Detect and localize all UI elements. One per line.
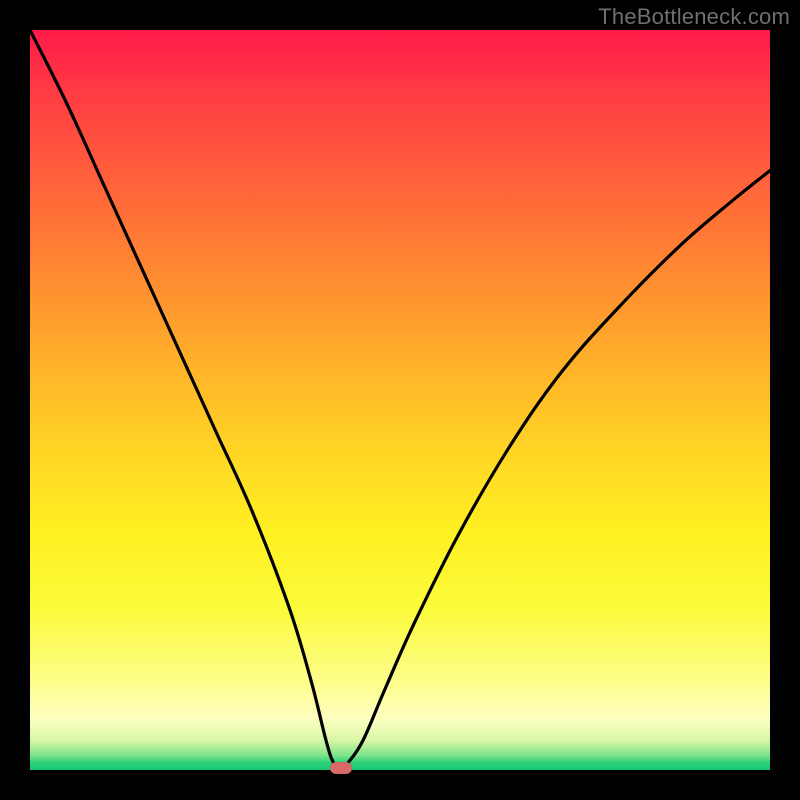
outer-frame: TheBottleneck.com [0, 0, 800, 800]
bottleneck-curve [30, 30, 770, 770]
watermark-text: TheBottleneck.com [598, 4, 790, 30]
optimal-point-marker [330, 762, 352, 774]
